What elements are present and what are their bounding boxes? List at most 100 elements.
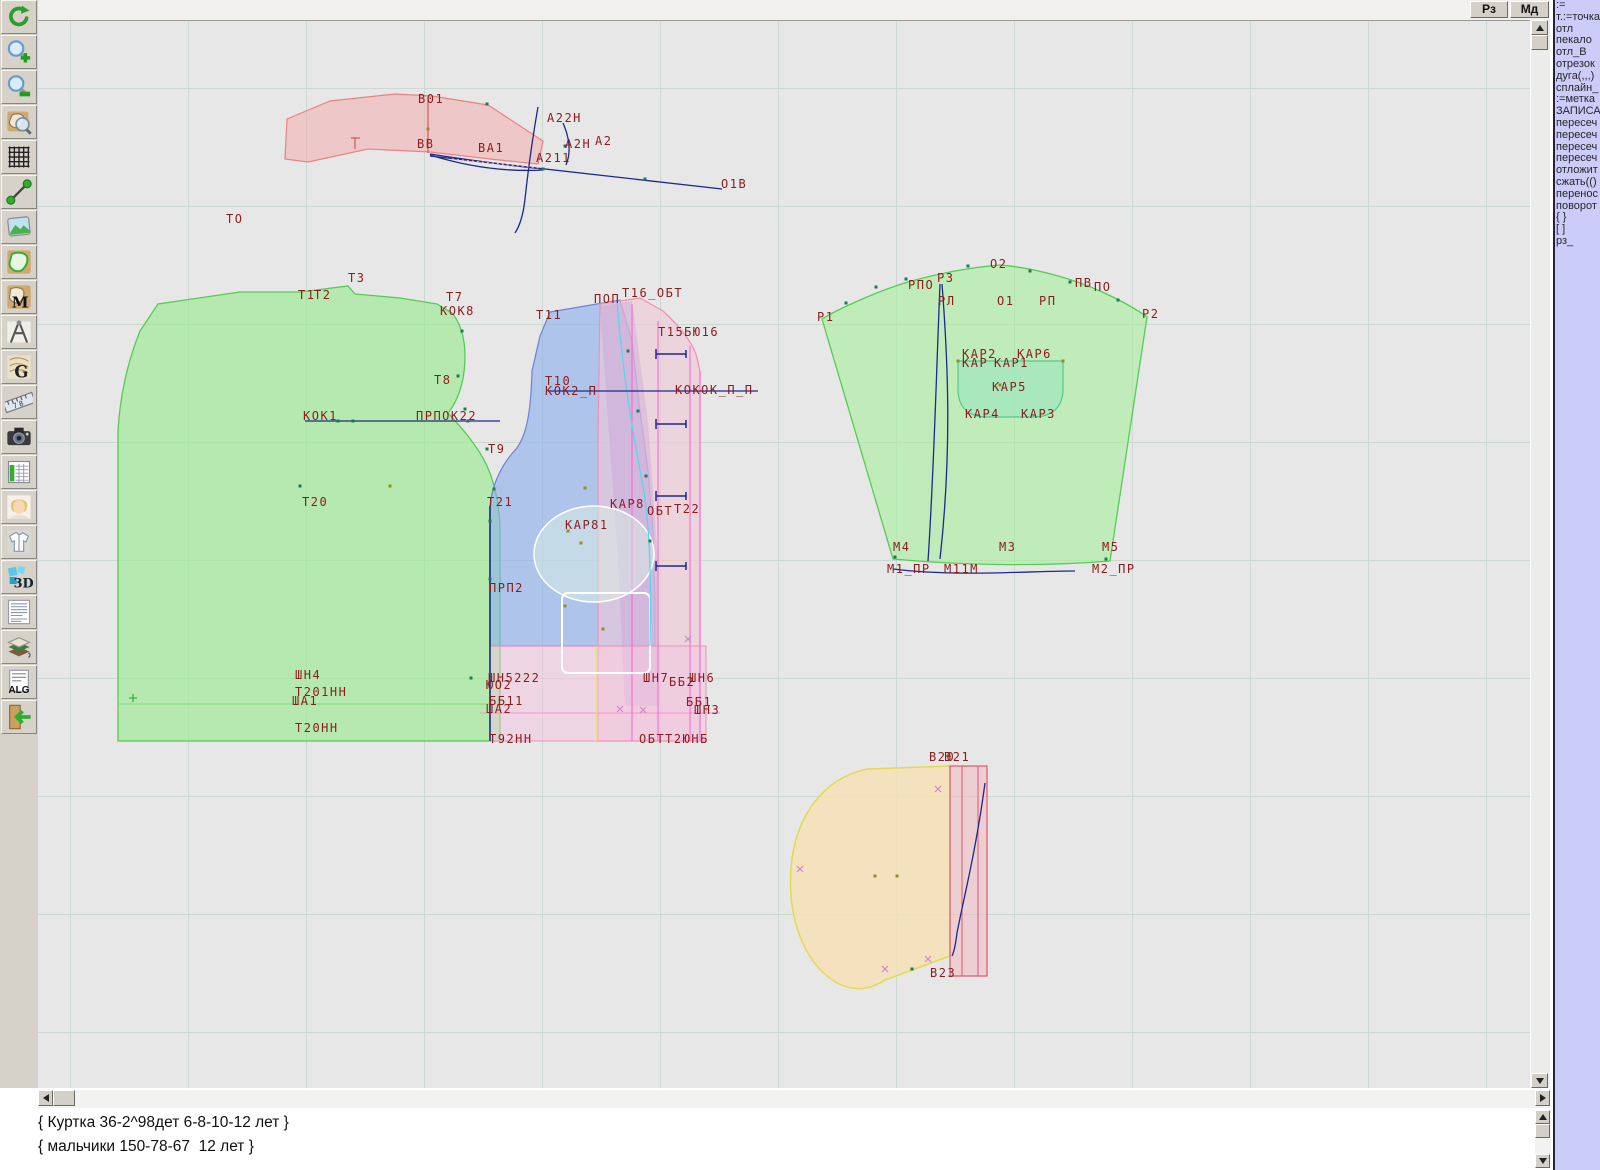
pattern-m-icon-button[interactable]: M xyxy=(1,280,37,314)
point-label: ТО xyxy=(226,212,243,226)
hood-piece[interactable] xyxy=(790,766,987,989)
panel-command-item[interactable]: поворот xyxy=(1555,201,1600,213)
command-panel: :=т.:=точкаотлпекалоотл_Вотрезокдуга(,,,… xyxy=(1553,0,1600,1170)
panel-command-item[interactable]: отложит xyxy=(1555,165,1600,177)
point-label: ПРП2 xyxy=(489,581,524,595)
point-label: КОКОК_П_П xyxy=(675,383,754,397)
status-line-2: { мальчики 150-78-67 12 лет } xyxy=(38,1136,1534,1158)
panel-command-item[interactable]: пересеч xyxy=(1555,118,1600,130)
svg-text:ALG: ALG xyxy=(9,685,30,696)
panel-command-item[interactable]: ЗАПИСА xyxy=(1555,106,1600,118)
books-icon-button[interactable] xyxy=(1,630,37,664)
panel-command-item[interactable]: пекало xyxy=(1555,35,1600,47)
rz-mode-button[interactable]: Рз xyxy=(1470,1,1508,18)
panel-command-item[interactable]: [ ] xyxy=(1555,224,1600,236)
refresh-icon-button[interactable] xyxy=(1,0,37,34)
alg-icon-button[interactable]: ALG xyxy=(1,665,37,699)
pattern-drawing: В01А22НВВВА1А2НА2А211О1ВТОТ3Т1Т2Т7КОК8Т8… xyxy=(38,21,1530,1089)
pattern-piece-icon-button[interactable] xyxy=(1,245,37,279)
point-label: Т20 xyxy=(302,495,328,509)
point-label: Т8 xyxy=(434,373,451,387)
point-label: ЮО2 xyxy=(486,678,512,692)
panel-command-item[interactable]: пересеч xyxy=(1555,130,1600,142)
point-label: О1В xyxy=(721,177,747,191)
panel-command-item[interactable]: пересеч xyxy=(1555,142,1600,154)
canvas-vertical-scrollbar[interactable] xyxy=(1531,20,1550,1088)
camera-icon-button[interactable] xyxy=(1,420,37,454)
panel-command-item[interactable]: рз_ xyxy=(1555,236,1600,248)
portrait-icon-button[interactable] xyxy=(1,490,37,524)
point-label: Т16_ОБТ xyxy=(622,286,683,300)
compass-icon-button[interactable] xyxy=(1,315,37,349)
point-label: М11М xyxy=(944,562,979,576)
horizontal-scroll-thumb[interactable] xyxy=(53,1090,75,1106)
garment-icon-button[interactable] xyxy=(1,525,37,559)
point-label: ШН3 xyxy=(694,703,720,717)
image-icon-button[interactable] xyxy=(1,210,37,244)
point-label: М3 xyxy=(999,540,1016,554)
scroll-right-icon[interactable] xyxy=(1535,1090,1550,1106)
panel-command-item[interactable]: := xyxy=(1555,0,1600,12)
point-label: Т2 xyxy=(314,288,331,302)
panel-command-item[interactable]: { } xyxy=(1555,212,1600,224)
zoom-in-icon-button[interactable] xyxy=(1,35,37,69)
point-label: ПО xyxy=(1094,280,1111,294)
point-label: ШН6 xyxy=(689,671,715,685)
panel-command-item[interactable]: отл xyxy=(1555,24,1600,36)
point-label: КАР5 xyxy=(992,380,1027,394)
zoom-out-icon-button[interactable] xyxy=(1,70,37,104)
point-label: КОК2_П xyxy=(545,384,597,398)
panel-command-item[interactable]: перенос xyxy=(1555,189,1600,201)
inspect-piece-icon-button[interactable] xyxy=(1,105,37,139)
3d-icon-button[interactable]: 3D xyxy=(1,560,37,594)
point-label: М1_ПР xyxy=(887,562,931,576)
ruler-icon-button[interactable]: 7 8 xyxy=(1,385,37,419)
point-label: Р1 xyxy=(817,310,834,324)
point-label: КАР81 xyxy=(565,518,609,532)
pattern-canvas[interactable]: В01А22НВВВА1А2НА2А211О1ВТОТ3Т1Т2Т7КОК8Т8… xyxy=(38,20,1530,1088)
status-text-area[interactable]: { Куртка 36-2^98дет 6-8-10-12 лет } { ма… xyxy=(0,1110,1534,1170)
scroll-down-icon[interactable] xyxy=(1531,1073,1548,1088)
panel-command-item[interactable]: :=метка xyxy=(1555,94,1600,106)
point-label: Р2 xyxy=(1142,307,1159,321)
top-strip: Рз Мд xyxy=(38,0,1550,20)
point-label: РЛ xyxy=(938,294,955,308)
collar-piece[interactable] xyxy=(285,94,543,164)
point-label: Т11 xyxy=(536,308,562,322)
notes-icon-button[interactable] xyxy=(1,595,37,629)
point-label: Т7 xyxy=(446,290,463,304)
vertical-scroll-thumb[interactable] xyxy=(1531,35,1548,50)
md-mode-button[interactable]: Мд xyxy=(1510,1,1549,18)
point-label: А2Н xyxy=(565,137,591,151)
point-label: О2 xyxy=(990,257,1007,271)
panel-command-item[interactable]: сжать(() xyxy=(1555,177,1600,189)
point-label: Т21 xyxy=(487,495,513,509)
scroll-up-icon[interactable] xyxy=(1531,20,1548,35)
point-label: М2_ПР xyxy=(1092,562,1136,576)
status-scrollbar[interactable] xyxy=(1535,1110,1551,1168)
status-scroll-down-icon[interactable] xyxy=(1535,1154,1550,1168)
grid-icon-button[interactable] xyxy=(1,140,37,174)
canvas-horizontal-scrollbar[interactable] xyxy=(38,1090,1550,1108)
point-label: КАР8 xyxy=(610,497,645,511)
status-scroll-thumb[interactable] xyxy=(1535,1124,1550,1138)
scroll-left-icon[interactable] xyxy=(38,1090,53,1106)
panel-command-item[interactable]: пересеч xyxy=(1555,153,1600,165)
point-label: ШН4 xyxy=(295,668,321,682)
pattern-g-icon-button[interactable]: G xyxy=(1,350,37,384)
svg-text:G: G xyxy=(14,363,28,382)
panel-command-item[interactable]: отл_В xyxy=(1555,47,1600,59)
panel-command-item[interactable]: отрезок xyxy=(1555,59,1600,71)
point-label: ОБТ xyxy=(647,504,673,518)
segment-icon-button[interactable] xyxy=(1,175,37,209)
point-label: РПО xyxy=(908,278,934,292)
exit-icon-button[interactable] xyxy=(1,700,37,734)
table-icon-button[interactable] xyxy=(1,455,37,489)
status-scroll-up-icon[interactable] xyxy=(1535,1110,1550,1124)
panel-command-item[interactable]: сплайн_ xyxy=(1555,83,1600,95)
point-label: А2 xyxy=(595,134,612,148)
point-label: КАР xyxy=(962,356,988,370)
point-label: КОК1 xyxy=(303,409,338,423)
panel-command-item[interactable]: дуга(,,,) xyxy=(1555,71,1600,83)
panel-command-item[interactable]: т.:=точка xyxy=(1555,12,1600,24)
